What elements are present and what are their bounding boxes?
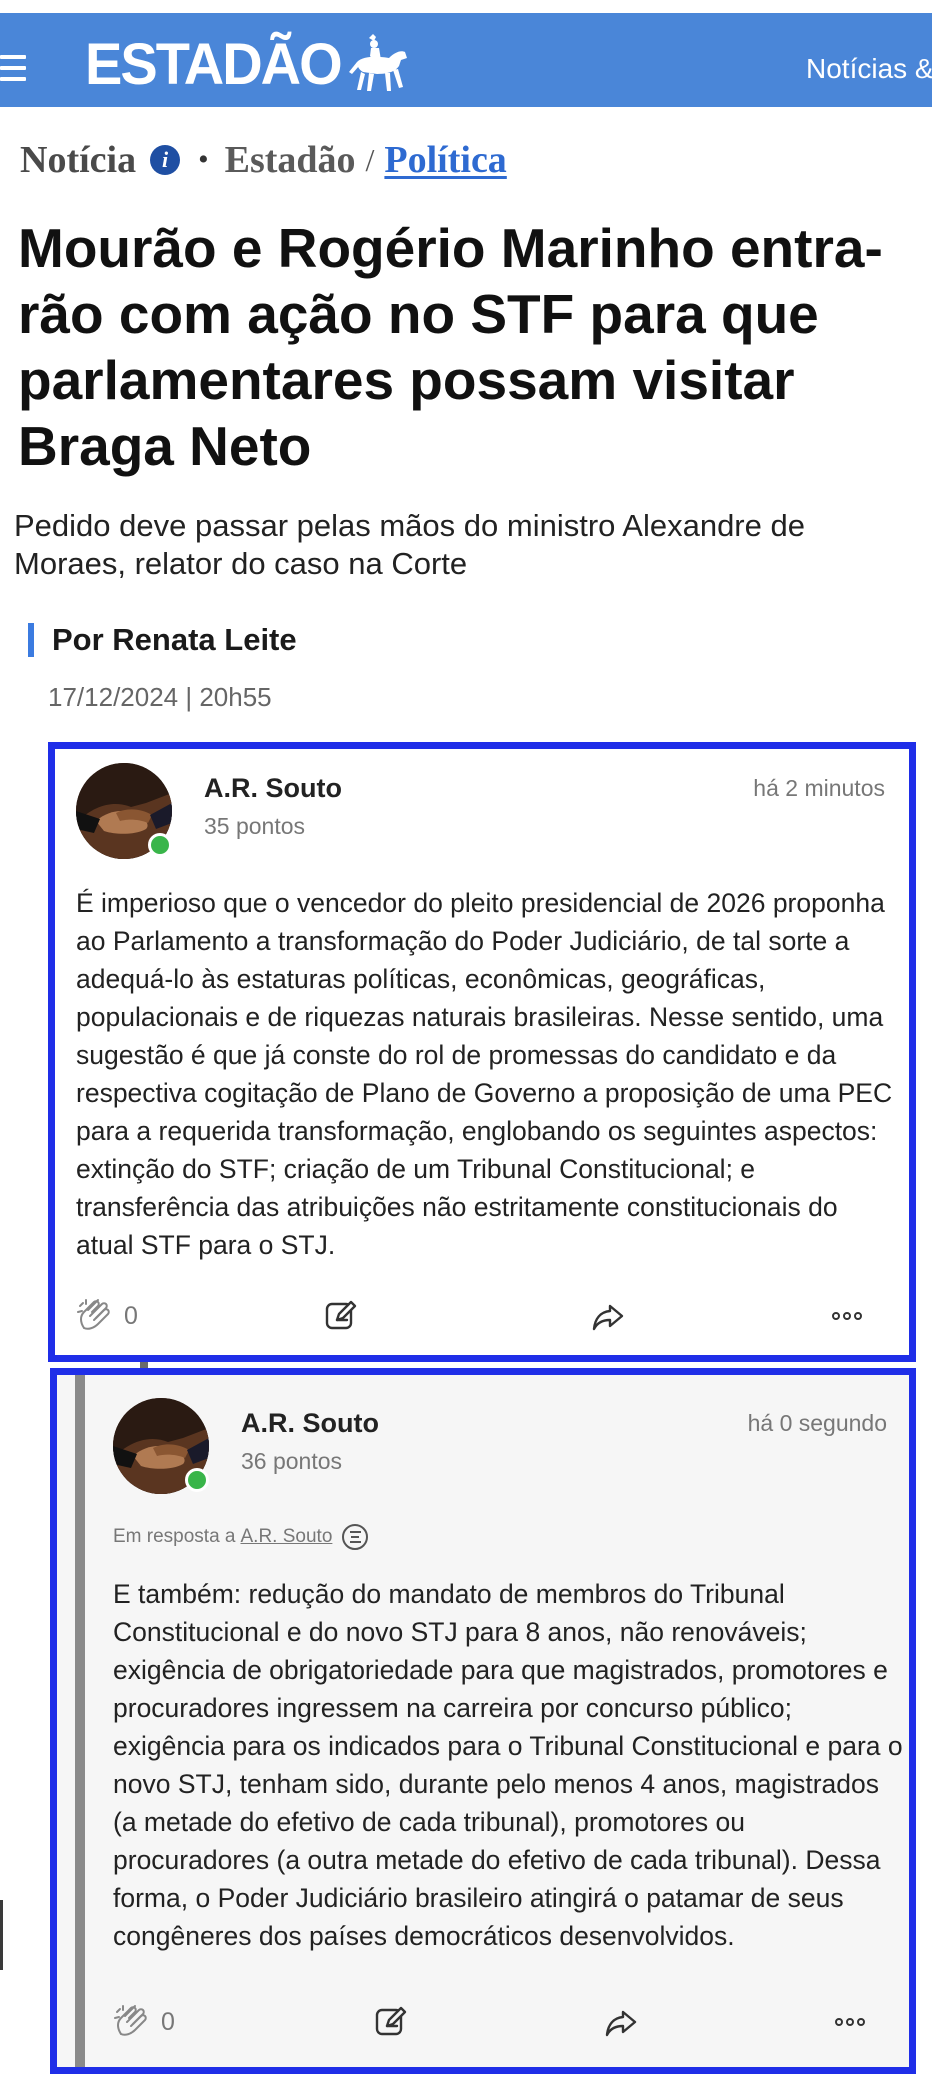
comment-author[interactable]: A.R. Souto [241, 1408, 379, 1439]
page-edge-divider [0, 1900, 3, 1970]
breadcrumb: Notícia i • Estadão / Política [20, 138, 507, 182]
comment-card: A.R. Souto 35 pontos há 2 minutos É impe… [48, 742, 916, 1362]
hamburger-menu-icon[interactable] [0, 55, 26, 81]
site-header: ESTADÃO Notícias & [0, 13, 932, 107]
clap-icon [114, 2005, 147, 2036]
reply-comment-card: A.R. Souto 36 pontos há 0 segundo Em res… [50, 1368, 916, 2074]
clap-icon [77, 1299, 110, 1330]
more-options-button[interactable] [832, 1291, 862, 1341]
breadcrumb-section-link[interactable]: Política [384, 138, 506, 182]
logo-text: ESTADÃO [85, 29, 343, 97]
reply-thread-rail [75, 1375, 85, 2067]
share-arrow-icon [605, 2010, 637, 2037]
reply-button[interactable] [373, 1997, 409, 2047]
comment-actions: 0 [55, 1291, 909, 1341]
comment-timestamp: há 2 minutos [753, 775, 885, 801]
estadao-logo[interactable]: ESTADÃO [85, 30, 411, 96]
like-button[interactable]: 0 [113, 1997, 175, 2047]
breadcrumb-separator: / [365, 141, 375, 178]
top-nav-link[interactable]: Notícias & [806, 53, 932, 85]
comment-actions: 0 [57, 1997, 909, 2047]
online-status-dot [148, 833, 172, 857]
more-options-button[interactable] [835, 1997, 865, 2047]
bullet-separator: • [198, 143, 209, 176]
comment-author[interactable]: A.R. Souto [204, 773, 342, 804]
byline: Por Renata Leite [28, 622, 297, 658]
byline-accent-bar [28, 623, 34, 657]
reply-prefix: Em resposta a [113, 1526, 236, 1547]
info-icon[interactable]: i [150, 145, 181, 175]
comment-points: 36 pontos [241, 1448, 343, 1474]
comment-timestamp: há 0 segundo [747, 1410, 887, 1436]
comment-body: E também: redução do mandato de membros … [113, 1579, 903, 1951]
share-arrow-icon [592, 1304, 624, 1331]
article-subheadline: Pedido deve passar pelas mãos do ministr… [14, 508, 805, 581]
like-button[interactable]: 0 [76, 1291, 138, 1341]
more-dots-icon [832, 1312, 862, 1320]
breadcrumb-source: Estadão [224, 139, 356, 181]
share-button[interactable] [603, 1997, 639, 2047]
like-count: 0 [161, 2007, 175, 2036]
share-button[interactable] [590, 1291, 626, 1341]
online-status-dot [185, 1468, 209, 1492]
more-dots-icon [835, 2018, 865, 2026]
comment-points: 35 pontos [204, 813, 306, 839]
comment-body: É imperioso que o vencedor do pleito pre… [76, 888, 893, 1260]
reply-button[interactable] [323, 1291, 359, 1341]
byline-author[interactable]: Por Renata Leite [52, 622, 297, 658]
edit-icon [325, 1300, 357, 1330]
content-type-label: Notícia [20, 139, 137, 181]
reply-context: Em resposta a A.R. Souto [113, 1524, 369, 1550]
reply-thread-icon[interactable] [342, 1524, 369, 1550]
like-count: 0 [124, 1301, 138, 1330]
publish-date: 17/12/2024 | 20h55 [48, 682, 272, 712]
article-headline: Mourão e Rogério Marinho entra-rão com a… [18, 217, 883, 477]
horse-rider-icon [348, 34, 407, 91]
edit-icon [375, 2006, 407, 2036]
reply-to-author-link[interactable]: A.R. Souto [241, 1526, 333, 1548]
